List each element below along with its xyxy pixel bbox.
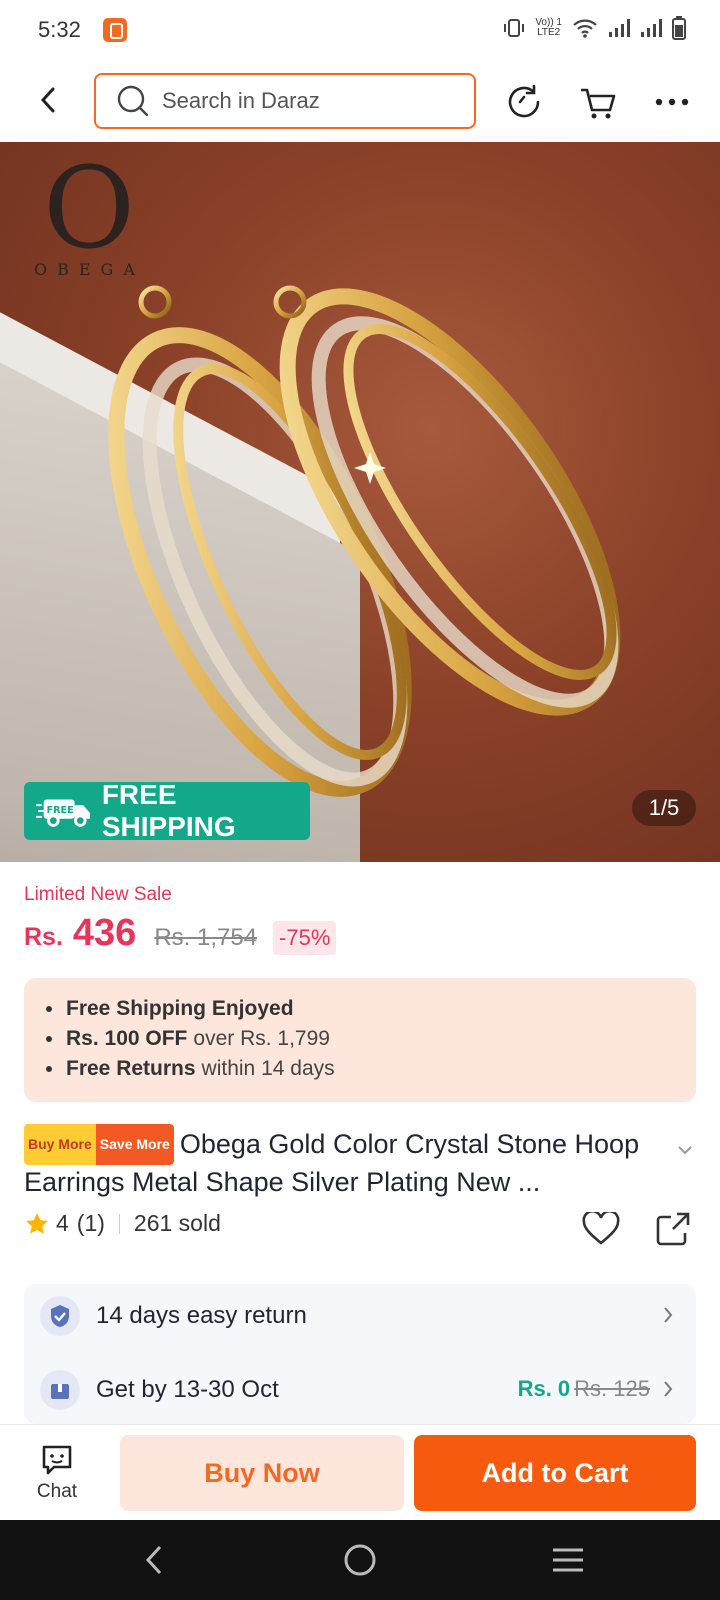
system-navigation-bar [0,1520,720,1600]
battery-icon [672,16,686,40]
wifi-icon [573,19,597,38]
cart-icon [581,88,616,119]
system-recents-button[interactable] [546,1540,590,1580]
system-home-icon [344,1544,376,1576]
cart-button[interactable] [576,80,620,124]
product-image-gallery[interactable]: O OBEGA FREE FREE SHIPPING 1/5 [0,142,720,862]
buy-more-tag: Buy More [24,1124,96,1165]
status-icons: Vo)) 1 LTE2 [503,16,686,40]
discount-badge: -75% [273,921,337,955]
sold-count: 261 sold [133,1210,221,1236]
refresh-history-icon [508,84,540,118]
expand-title-icon[interactable] [676,1144,694,1156]
vibrate-icon [504,19,525,37]
product-title[interactable]: Buy More Save More Obega Gold Color Crysta… [24,1124,674,1200]
delivery-text: Get by 13-30 Oct [96,1376,279,1403]
chevron-left-icon [40,87,55,113]
search-input[interactable]: Search in Daraz [94,73,476,129]
star-icon [26,1212,48,1234]
system-home-button[interactable] [338,1540,382,1580]
free-shipping-label: FREE SHIPPING [101,779,236,842]
lte-indicator: Vo)) 1 LTE2 [535,17,562,38]
rating-row[interactable]: 4 (1) 261 sold [24,1210,221,1237]
svg-text:FREE: FREE [47,805,74,816]
price-currency: Rs. [24,923,63,951]
free-shipping-badge: FREE FREE SHIPPING [24,779,310,842]
save-more-tag: Save More [95,1124,174,1165]
app-notification-icon [103,18,127,42]
brand-logo: O OBEGA [34,144,145,279]
status-bar: 5:32 Vo)) 1 LTE2 [0,0,720,60]
status-time: 5:32 [38,17,81,42]
current-price: 436 [72,912,137,954]
promo-box: Free Shipping Enjoyed Rs. 100 OFF over Rs… [24,978,696,1102]
shield-icon [40,1296,80,1336]
top-bar: Search in Daraz [0,60,720,142]
share-icon [656,1212,690,1246]
signal-icon-2 [641,19,662,37]
search-icon [117,85,149,117]
delivery-fee: Rs. 0 Rs. 125 [517,1376,650,1401]
service-card: 14 days easy return Get by 13-30 Oct Rs.… [24,1284,696,1424]
image-counter: 1/5 [632,790,696,826]
promo-item: Free Returns within 14 days [46,1054,674,1084]
back-button[interactable] [30,80,66,120]
bottom-action-bar: Chat Buy Now Add to Cart [0,1424,720,1520]
more-dots-icon [655,98,689,106]
price-row: Rs. 436 Rs. 1,754 -75% [24,912,337,955]
share-button[interactable] [650,1206,696,1252]
promo-item: Free Shipping Enjoyed [46,994,674,1024]
add-to-cart-button[interactable]: Add to Cart [414,1435,696,1511]
delivery-row[interactable]: Get by 13-30 Oct Rs. 0 Rs. 125 [24,1358,696,1422]
return-text: 14 days easy return [96,1302,307,1329]
search-placeholder: Search in Daraz [162,88,320,113]
chat-button[interactable]: Chat [24,1433,90,1513]
more-options-button[interactable] [650,80,694,124]
promo-item: Rs. 100 OFF over Rs. 1,799 [46,1024,674,1054]
system-recents-icon [553,1548,583,1572]
sale-label: Limited New Sale [24,884,172,905]
signal-icon-1 [609,19,630,37]
chat-icon [42,1445,72,1475]
history-button[interactable] [502,80,546,124]
delivery-truck-icon: FREE [36,799,90,827]
return-policy-row[interactable]: 14 days easy return [24,1284,696,1348]
chat-label: Chat [36,1481,78,1502]
buy-now-button[interactable]: Buy Now [120,1435,404,1511]
rating-count: (1) [76,1210,105,1236]
chevron-right-icon [664,1307,673,1323]
heart-icon [582,1212,620,1245]
system-back-icon [145,1545,162,1575]
rating-score: 4 [56,1210,69,1236]
system-back-button[interactable] [132,1540,176,1580]
delivery-box-icon [40,1370,80,1410]
chevron-right-icon [664,1381,673,1397]
original-price: Rs. 1,754 [154,924,258,951]
wishlist-button[interactable] [578,1206,624,1252]
